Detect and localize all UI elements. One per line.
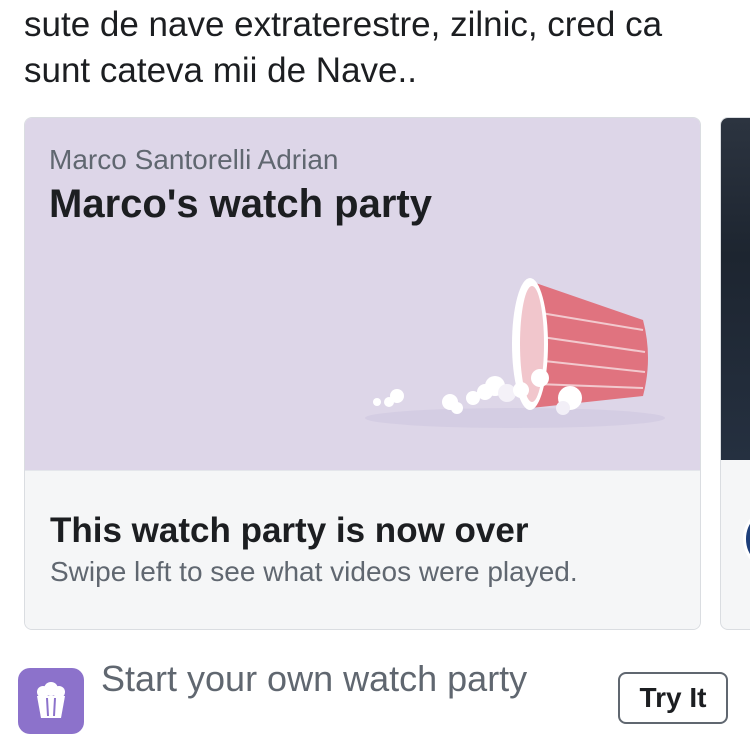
try-it-button[interactable]: Try It — [618, 672, 728, 724]
spilled-popcorn-cup-icon — [365, 278, 665, 428]
next-video-card[interactable] — [720, 117, 750, 630]
watch-party-status: This watch party is now over Swipe left … — [25, 470, 700, 629]
watch-party-card[interactable]: Marco Santorelli Adrian Marco's watch pa… — [24, 117, 701, 630]
next-video-thumbnail — [721, 118, 750, 460]
start-watch-party-row: Start your own watch party Try It — [0, 648, 750, 734]
post-text: sute de nave extraterestre, zilnic, cred… — [24, 5, 663, 90]
host-name: Marco Santorelli Adrian — [49, 144, 339, 175]
status-subtitle: Swipe left to see what videos were playe… — [50, 556, 578, 587]
party-title: Marco's watch party — [49, 182, 432, 226]
popcorn-icon — [18, 668, 84, 734]
start-watch-party-label: Start your own watch party — [101, 658, 528, 699]
status-title: This watch party is now over — [50, 511, 529, 550]
watch-party-hero: Marco Santorelli Adrian Marco's watch pa… — [25, 118, 700, 470]
avatar — [743, 506, 750, 572]
